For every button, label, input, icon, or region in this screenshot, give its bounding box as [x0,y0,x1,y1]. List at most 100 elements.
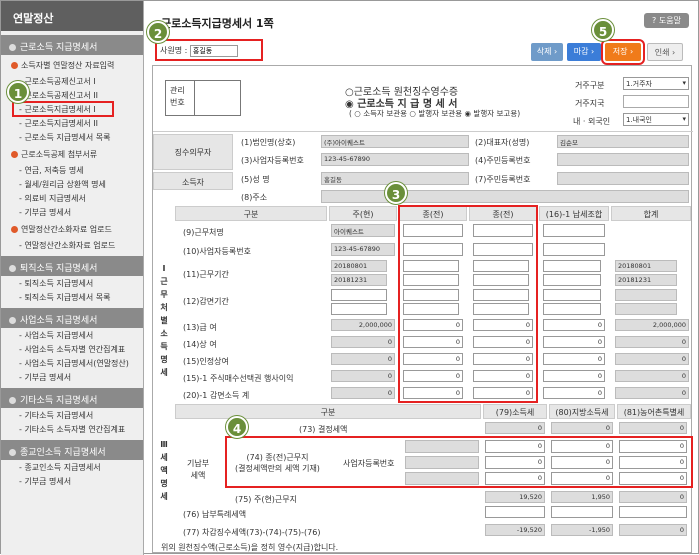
amount-field[interactable] [473,289,529,301]
amount-field[interactable]: 0 [619,422,687,434]
amount-field[interactable]: 0 [473,319,533,331]
resident-number-field[interactable] [557,153,689,166]
amount-field[interactable]: 20180801 [615,260,677,272]
sidebar-item[interactable]: - 연말정산간소화자료 업로드 [1,238,143,252]
amount-field[interactable] [619,506,687,518]
amount-field[interactable]: 0 [331,353,395,365]
amount-field[interactable]: 0 [403,319,463,331]
amount-field[interactable]: 0 [473,387,533,399]
sidebar-item[interactable]: - 기부금 명세서 [1,205,143,219]
print-button[interactable]: 인쇄 › [647,43,683,61]
amount-field[interactable] [473,303,529,315]
sidebar-section-retirement[interactable]: 퇴직소득 지급명세서 [1,256,143,276]
amount-field[interactable]: 0 [543,387,605,399]
amount-field[interactable]: 0 [615,387,689,399]
sidebar-group-upload[interactable]: 연말정산간소화자료 업로드 [1,219,143,238]
amount-field[interactable] [543,260,601,272]
amount-field[interactable] [543,243,605,256]
amount-field[interactable]: 0 [543,353,605,365]
amount-field[interactable] [615,303,677,315]
amount-field[interactable] [473,274,529,286]
sidebar-item[interactable]: - 종교인소득 지급명세서 [1,460,143,474]
amount-field[interactable] [543,274,601,286]
amount-field[interactable] [543,224,605,237]
amount-field[interactable]: 20181231 [331,274,387,286]
sidebar-group-attach[interactable]: 근로소득공제 첨부서류 [1,144,143,163]
amount-field[interactable]: 0 [473,370,533,382]
amount-field[interactable]: 0 [619,472,687,485]
sidebar-item[interactable]: - 근로소득 지급명세서 목록 [1,130,143,144]
amount-field[interactable]: 0 [551,422,613,434]
amount-field[interactable]: 2,000,000 [615,319,689,331]
company-name-field[interactable]: (주)아이퀘스트 [321,135,469,148]
amount-field[interactable]: 0 [551,456,613,469]
amount-field[interactable]: 0 [485,472,545,485]
amount-field[interactable] [473,243,533,256]
earner-resident-number-field[interactable] [557,172,689,185]
nationality-select[interactable]: 1.내국인 ▾ [623,113,689,126]
country-input[interactable] [623,95,689,108]
amount-field[interactable]: 0 [619,491,687,503]
sidebar-item[interactable]: - 사업소득 지급명세서(연말정산) [1,356,143,370]
sidebar-item[interactable]: - 연금, 저축등 명세 [1,163,143,177]
amount-field[interactable]: 0 [331,387,395,399]
amount-field[interactable] [403,289,459,301]
amount-field[interactable] [485,506,545,518]
amount-field[interactable] [615,289,677,301]
amount-field[interactable]: 0 [403,370,463,382]
delete-button[interactable]: 삭제 › [531,43,563,61]
sidebar-item[interactable]: - 의료비 지급명세서 [1,191,143,205]
amount-field[interactable] [473,260,529,272]
sidebar-item[interactable]: - 사업소득 소득자별 연간집계표 [1,342,143,356]
amount-field[interactable]: 0 [473,336,533,348]
amount-field[interactable] [405,440,479,453]
amount-field[interactable]: 0 [331,370,395,382]
amount-field[interactable]: 0 [543,336,605,348]
residence-select[interactable]: 1.거주자 ▾ [623,77,689,90]
amount-field[interactable] [331,303,387,315]
amount-field[interactable]: 0 [615,353,689,365]
amount-field[interactable]: 2,000,000 [331,319,395,331]
amount-field[interactable]: 0 [403,387,463,399]
amount-field[interactable]: 0 [543,319,605,331]
amount-field[interactable]: 0 [485,440,545,453]
amount-field[interactable]: -1,950 [551,524,613,536]
amount-field[interactable]: 0 [403,336,463,348]
sidebar-section-business[interactable]: 사업소득 지급명세서 [1,308,143,328]
amount-field[interactable] [331,289,387,301]
sidebar-item[interactable]: - 기부금 명세서 [1,370,143,384]
sidebar-section-other[interactable]: 기타소득 지급명세서 [1,388,143,408]
sidebar-item[interactable]: - 기부금 명세서 [1,474,143,488]
amount-field[interactable] [543,303,601,315]
amount-field[interactable]: 0 [485,456,545,469]
amount-field[interactable]: 19,520 [485,491,545,503]
amount-field[interactable]: 0 [615,336,689,348]
amount-field[interactable] [403,224,463,237]
sidebar-group-input[interactable]: 소득자별 연말정산 자료입력 [1,55,143,74]
business-number-field[interactable]: 123-45-67890 [321,153,469,166]
amount-field[interactable]: 0 [543,370,605,382]
amount-field[interactable] [551,506,613,518]
sidebar-item[interactable]: - 월세/원리금 상환액 명세 [1,177,143,191]
amount-field[interactable] [543,289,601,301]
help-button[interactable]: ? 도움말 [644,13,689,28]
amount-field[interactable]: 0 [551,440,613,453]
amount-field[interactable]: 123-45-67890 [331,243,395,256]
sidebar-section-religious[interactable]: 종교인소득 지급명세서 [1,440,143,460]
sidebar-item[interactable]: - 근로소득지급명세서 II [1,116,143,130]
representative-field[interactable]: 김순모 [557,135,689,148]
sidebar-item[interactable]: - 기타소득 소득자별 연간집계표 [1,422,143,436]
sidebar-item-active[interactable]: - 근로소득지급명세서 I [12,101,114,117]
sidebar-item[interactable]: - 기타소득 지급명세서 [1,408,143,422]
amount-field[interactable] [403,243,463,256]
amount-field[interactable] [403,303,459,315]
address-field[interactable] [321,190,689,203]
amount-field[interactable] [405,456,479,469]
amount-field[interactable]: 0 [403,353,463,365]
amount-field[interactable]: 0 [615,370,689,382]
amount-field[interactable]: 아이퀘스트 [331,224,395,237]
sidebar-item[interactable]: - 퇴직소득 지급명세서 목록 [1,290,143,304]
sidebar-item[interactable]: - 퇴직소득 지급명세서 [1,276,143,290]
amount-field[interactable] [405,472,479,485]
sidebar-section-earned-income[interactable]: 근로소득 지급명세서 [1,35,143,55]
